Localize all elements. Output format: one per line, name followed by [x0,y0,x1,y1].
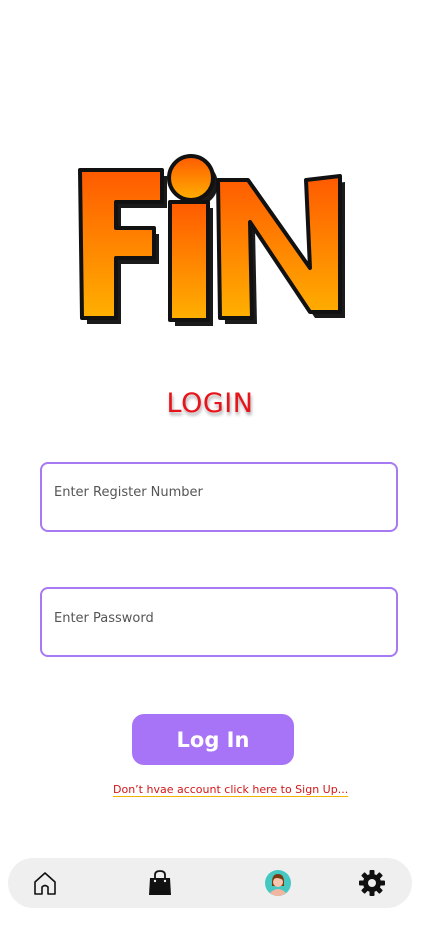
nav-home-button[interactable] [30,868,60,898]
bottom-nav [8,858,412,908]
user-avatar-icon [265,870,291,896]
password-field[interactable] [40,587,398,657]
nav-shop-button[interactable] [145,868,175,898]
register-number-field[interactable] [40,462,398,532]
app-logo: FiN [70,140,370,335]
register-number-input[interactable] [42,464,396,530]
login-title: LOGIN [166,388,254,419]
password-input[interactable] [42,589,396,655]
logo-graphic [78,154,345,326]
nav-profile-button[interactable] [263,868,293,898]
shopping-bag-icon [149,870,171,895]
nav-settings-button[interactable] [357,868,387,898]
home-icon [34,872,56,895]
gear-icon [359,870,385,896]
login-button[interactable]: Log In [132,714,294,765]
signup-link[interactable]: Don’t hvae account click here to Sign Up… [113,783,348,796]
